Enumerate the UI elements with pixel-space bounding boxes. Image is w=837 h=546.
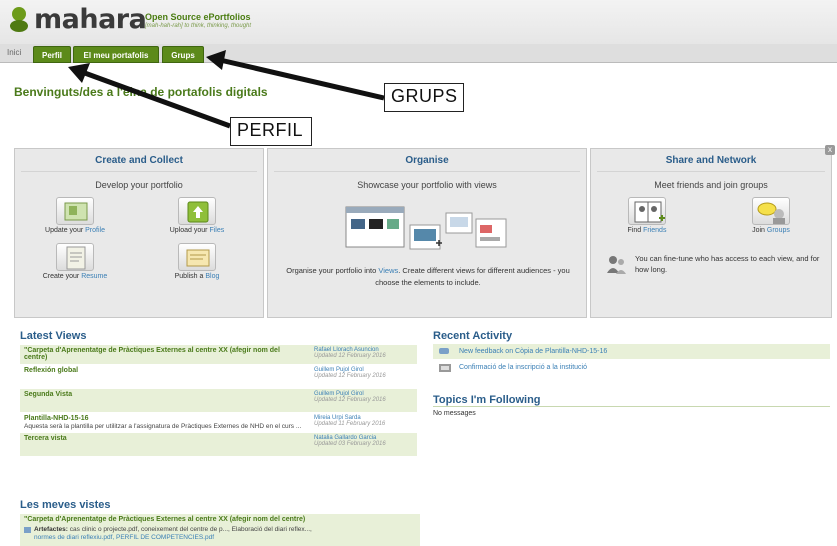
join-groups-tile[interactable]: Join Groups	[721, 197, 821, 234]
recent-activity-title: Recent Activity	[433, 330, 513, 342]
files-icon	[178, 197, 216, 225]
artefacts-list[interactable]: cas clinic o projecte.pdf, coneixement d…	[70, 526, 312, 533]
mahara-logo[interactable]: mahara	[8, 4, 147, 35]
organise-panel: Organise Showcase your portfolio with vi…	[267, 148, 587, 318]
organise-description: Organise your portfolio into Views. Crea…	[282, 265, 574, 289]
views-illustration-icon	[345, 206, 507, 250]
tagline-subtitle: [mah-hah-rah] to think, thinking, though…	[145, 23, 252, 29]
tile-label: Update your	[45, 227, 86, 234]
view-name[interactable]: Plantilla-NHD-15-16	[24, 415, 304, 422]
panel-subtitle: Develop your portfolio	[21, 171, 257, 190]
panel-title: Share and Network	[665, 155, 757, 166]
header: mahara Open Source ePortfolios [mah-hah-…	[0, 0, 837, 44]
list-item[interactable]: Segunda Vista Guillem Pujol Girol Update…	[20, 388, 417, 412]
welcome-heading: Benvinguts/des a l'eina de portafolis di…	[14, 85, 268, 99]
friends-icon	[628, 197, 666, 225]
artefact-icon	[24, 527, 31, 533]
blog-link[interactable]: Blog	[205, 273, 219, 280]
nav-home[interactable]: Inici	[7, 48, 21, 57]
groups-link[interactable]: Groups	[767, 227, 790, 234]
access-people-icon	[607, 256, 626, 274]
activity-text[interactable]: Confirmació de la inscripció a la instit…	[459, 364, 587, 371]
view-updated: Updated 03 February 2016	[314, 441, 386, 447]
recent-activity-list: New feedback on Còpia de Plantilla-NHD-1…	[433, 344, 830, 376]
tile-label: Upload your	[169, 227, 210, 234]
view-meta: Rafael Llorach Asuncion Updated 12 Febru…	[314, 347, 414, 359]
friends-link[interactable]: Friends	[643, 227, 666, 234]
close-icon[interactable]: x	[825, 145, 835, 155]
list-item[interactable]: Plantilla-NHD-15-16 Aquesta serà la plan…	[20, 412, 417, 432]
update-profile-tile[interactable]: Update your Profile	[25, 197, 125, 234]
tagline-title: Open Source ePortfolios	[145, 12, 251, 22]
tile-label: Find	[627, 227, 644, 234]
tile-label: Publish a	[174, 273, 206, 280]
list-item[interactable]: "Carpeta d'Aprenentatge de Pràctiques Ex…	[20, 344, 417, 364]
my-views-title: Les meves vistes	[20, 499, 111, 511]
view-updated: Updated 12 February 2016	[314, 373, 386, 379]
view-meta: Natalia Gallardo Garcia Updated 03 Febru…	[314, 435, 414, 447]
resume-icon	[56, 243, 94, 271]
files-link[interactable]: Files	[209, 227, 224, 234]
view-meta: Mireia Urpi Sarda Updated 11 February 20…	[314, 415, 414, 427]
logo-text: mahara	[34, 4, 147, 35]
feedback-icon	[439, 348, 449, 354]
my-view-name[interactable]: "Carpeta d'Aprenentatge de Pràctiques Ex…	[24, 516, 416, 523]
share-network-panel: x Share and Network Meet friends and joi…	[590, 145, 835, 318]
latest-views-list: "Carpeta d'Aprenentatge de Pràctiques Ex…	[20, 344, 417, 456]
my-view-item[interactable]: "Carpeta d'Aprenentatge de Pràctiques Ex…	[20, 514, 420, 546]
tab-el-meu-portafolis[interactable]: El meu portafolis	[73, 46, 159, 63]
blog-icon	[178, 243, 216, 271]
create-collect-panel: Create and Collect Develop your portfoli…	[14, 148, 264, 318]
divider	[433, 406, 830, 407]
activity-text[interactable]: New feedback on Còpia de Plantilla-NHD-1…	[459, 348, 607, 355]
view-updated: Updated 12 February 2016	[314, 353, 386, 359]
create-resume-tile[interactable]: Create your Resume	[25, 243, 125, 280]
no-messages-text: No messages	[433, 410, 476, 417]
activity-item[interactable]: Confirmació de la inscripció a la instit…	[433, 360, 830, 376]
publish-blog-tile[interactable]: Publish a Blog	[147, 243, 247, 280]
organise-text-post: . Create different views for different a…	[375, 266, 570, 287]
upload-files-tile[interactable]: Upload your Files	[147, 197, 247, 234]
panel-title: Create and Collect	[95, 155, 183, 166]
panel-subtitle: Meet friends and join groups	[597, 171, 825, 190]
grups-annotation: GRUPS	[384, 83, 464, 112]
view-meta: Guillem Pujol Girol Updated 12 February …	[314, 391, 414, 403]
groups-icon	[752, 197, 790, 225]
share-description: You can fine-tune who has access to each…	[635, 254, 820, 274]
list-item[interactable]: Tercera vista Natalia Gallardo Garcia Up…	[20, 432, 417, 456]
find-friends-tile[interactable]: Find Friends	[597, 197, 697, 234]
tile-label: Create your	[42, 273, 82, 280]
organise-text-pre: Organise your portfolio into	[286, 266, 379, 275]
view-meta: Guillem Pujol Girol Updated 12 February …	[314, 367, 414, 379]
tile-label: Join	[752, 227, 767, 234]
resume-link[interactable]: Resume	[81, 273, 107, 280]
list-item[interactable]: Reflexión global Guillem Pujol Girol Upd…	[20, 364, 417, 388]
perfil-annotation: PERFIL	[230, 117, 312, 146]
view-updated: Updated 12 February 2016	[314, 397, 386, 403]
view-name[interactable]: Reflexión global	[24, 367, 304, 374]
tab-grups[interactable]: Grups	[162, 46, 204, 63]
view-updated: Updated 11 February 2016	[314, 421, 386, 427]
institution-icon	[439, 364, 451, 372]
view-name[interactable]: Segunda Vista	[24, 391, 304, 398]
artefacts-label: Artefactes:	[34, 526, 68, 533]
topics-following-title: Topics I'm Following	[433, 394, 541, 406]
tagline: Open Source ePortfolios [mah-hah-rah] to…	[145, 12, 251, 29]
panel-subtitle: Showcase your portfolio with views	[274, 171, 580, 190]
view-description: Aquesta serà la plantilla per utilitzar …	[24, 423, 302, 430]
view-name[interactable]: Tercera vista	[24, 435, 304, 442]
view-name[interactable]: "Carpeta d'Aprenentatge de Pràctiques Ex…	[24, 347, 304, 361]
mahara-logo-icon	[8, 7, 32, 33]
panel-title: Organise	[405, 155, 449, 166]
latest-views-title: Latest Views	[20, 330, 87, 342]
main-nav: Inici Perfil El meu portafolis Grups	[0, 44, 837, 63]
tab-perfil[interactable]: Perfil	[33, 46, 71, 63]
views-link[interactable]: Views	[378, 266, 398, 275]
profile-icon	[56, 197, 94, 225]
artefacts-line: Artefactes: cas clinic o projecte.pdf, c…	[24, 526, 416, 533]
activity-item[interactable]: New feedback on Còpia de Plantilla-NHD-1…	[433, 344, 830, 360]
artefacts-more[interactable]: normes de diari reflexiu.pdf, PERFIL DE …	[24, 534, 416, 541]
profile-link[interactable]: Profile	[85, 227, 105, 234]
